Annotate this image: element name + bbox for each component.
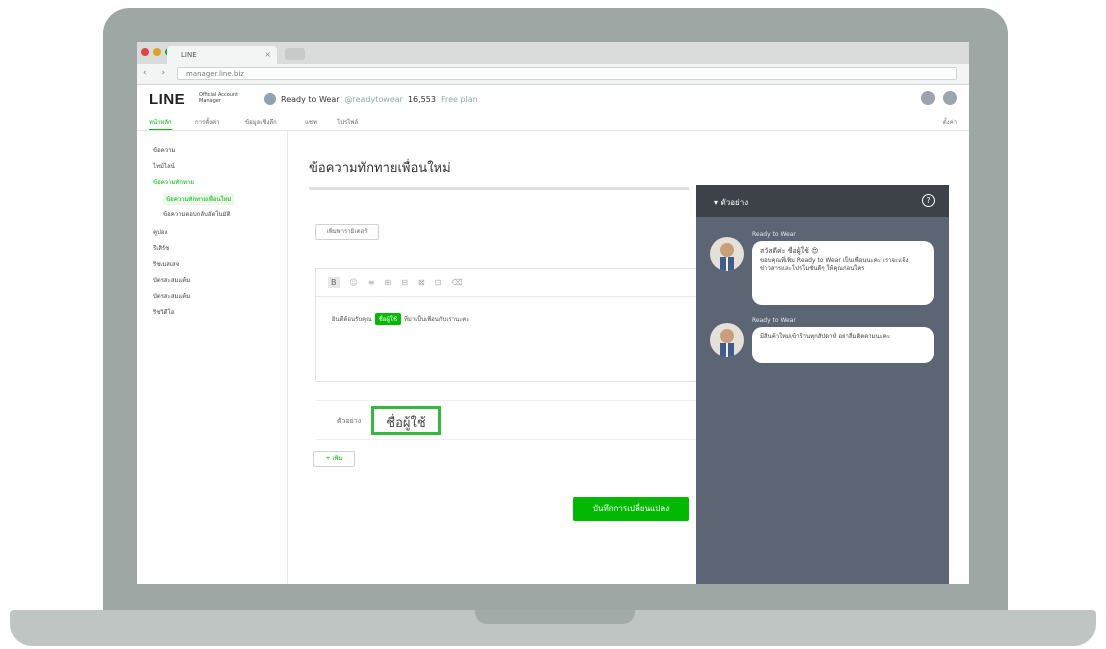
sidebar: ข้อความ ไทม์ไลน์ ข้อความทักทาย ข้อความทั… — [137, 131, 288, 584]
toolbar-align-icon[interactable]: ≡ — [368, 278, 375, 287]
account-switcher[interactable]: Ready to Wear @readytowear 16,553 Free p… — [264, 93, 478, 105]
sidebar-item-research[interactable]: รีเสิร์ช — [153, 243, 169, 253]
add-button[interactable]: + เพิ่ม — [313, 451, 355, 467]
close-window-icon[interactable] — [141, 48, 149, 56]
editor-text-before: ยินดีต้อนรับคุณ — [332, 316, 372, 323]
toolbar-bold-button[interactable]: B — [328, 277, 340, 288]
username-chip[interactable]: ชื่อผู้ใช้ — [374, 313, 401, 325]
url-field[interactable]: manager.line.biz — [177, 67, 957, 80]
message-editor[interactable]: B ☺ ≡ ⊞ ⊟ ⊠ ⊡ ⌫ ยินดีต้อนรับคุณ ชื่อผู้ใ… — [315, 268, 703, 382]
chat-preview-panel: ▾ ตัวอย่าง ? Ready to Wear สวัสดีค่ะ ชื่… — [696, 185, 949, 584]
settings-gear-icon[interactable] — [943, 91, 957, 105]
preview-title[interactable]: ▾ ตัวอย่าง — [714, 196, 748, 209]
parameter-row: ตัวอย่าง ชื่อผู้ใช้ — [315, 400, 701, 440]
tab-settings[interactable]: การตั้งค่า — [195, 117, 219, 127]
account-name: Ready to Wear — [281, 94, 340, 104]
username-field[interactable]: ชื่อผู้ใช้ — [371, 406, 441, 435]
message-heading: สวัสดีค่ะ ชื่อผู้ใช้ 😍 — [760, 247, 819, 255]
browser-window: LINE × ‹ › ↻ manager.line.biz LINE Offic… — [137, 42, 969, 584]
message-text: ขอบคุณที่เพิ่ม Ready to Wear เป็นเพื่อนน… — [760, 257, 909, 272]
save-button[interactable]: บันทึกการเปลี่ยนแปลง — [573, 497, 689, 521]
sidebar-item-reward-card[interactable]: บัตรสะสมแต้ม — [153, 275, 190, 285]
laptop-notch — [475, 610, 635, 624]
main-nav-tabs: หน้าหลัก การตั้งค่า ข้อมูลเชิงลึก แชท โป… — [137, 114, 969, 131]
sidebar-item-reward-card-2[interactable]: บัตรสะสมแต้ม — [153, 291, 190, 301]
editor-text-after: ที่มาเป็นเพื่อนกับเรานะคะ — [403, 316, 470, 323]
sidebar-item-greeting-new-friend[interactable]: ข้อความทักทายเพื่อนใหม่ — [163, 193, 235, 205]
app-header: LINE Official Account Manager Ready to W… — [137, 85, 969, 111]
toolbar-table-icon[interactable]: ⊠ — [418, 278, 425, 287]
address-bar: ‹ › ↻ manager.line.biz — [137, 64, 969, 85]
bot-name: Ready to Wear — [752, 231, 796, 238]
browser-tab[interactable]: LINE × — [167, 46, 277, 64]
tab-insights[interactable]: ข้อมูลเชิงลึก — [245, 117, 277, 127]
toolbar-list-icon[interactable]: ⊟ — [401, 278, 408, 287]
minimize-window-icon[interactable] — [153, 48, 161, 56]
user-avatar-icon[interactable] — [921, 91, 935, 105]
preview-header: ▾ ตัวอย่าง ? — [696, 185, 949, 217]
toolbar-image-icon[interactable]: ⊡ — [435, 278, 442, 287]
plan-label: Free plan — [440, 94, 478, 104]
page-description — [309, 187, 689, 190]
message-bubble: มีสินค้าใหม่เข้าร้านทุกสัปดาห์ อย่าลืมติ… — [752, 327, 934, 363]
friend-count: 16,553 — [407, 94, 436, 104]
line-logo[interactable]: LINE — [149, 91, 185, 108]
sidebar-item-coupon[interactable]: คูปอง — [153, 227, 167, 237]
editor-toolbar: B ☺ ≡ ⊞ ⊟ ⊠ ⊡ ⌫ — [316, 269, 702, 297]
add-parameter-button[interactable]: เพิ่มพารามิเตอร์ — [315, 224, 379, 240]
logo-subtitle: Official Account Manager — [199, 92, 239, 104]
tab-chat[interactable]: แชท — [305, 117, 317, 127]
tab-profile[interactable]: โปรไฟล์ — [337, 117, 358, 127]
settings-link[interactable]: ตั้งค่า — [943, 117, 957, 127]
toolbar-insert-icon[interactable]: ⊞ — [385, 278, 392, 287]
tab-close-icon[interactable]: × — [264, 46, 271, 64]
browser-tabbar: LINE × — [137, 42, 969, 64]
account-id: @readytowear — [344, 94, 403, 104]
parameter-label: ตัวอย่าง — [337, 417, 362, 425]
toolbar-delete-icon[interactable]: ⌫ — [451, 278, 462, 287]
sidebar-item-auto-reply[interactable]: ข้อความตอบกลับอัตโนมัติ — [163, 209, 231, 219]
sidebar-item-messages[interactable]: ข้อความ — [153, 145, 175, 155]
page-title: ข้อความทักทายเพื่อนใหม่ — [309, 161, 451, 176]
message-bubble: สวัสดีค่ะ ชื่อผู้ใช้ 😍 ขอบคุณที่เพิ่ม Re… — [752, 241, 934, 305]
sidebar-item-timeline[interactable]: ไทม์ไลน์ — [153, 161, 175, 171]
new-tab-button[interactable] — [285, 48, 305, 60]
bot-avatar — [710, 237, 744, 271]
bot-name: Ready to Wear — [752, 317, 796, 324]
editor-body[interactable]: ยินดีต้อนรับคุณ ชื่อผู้ใช้ ที่มาเป็นเพื่… — [332, 313, 470, 325]
account-avatar — [264, 93, 276, 105]
sidebar-item-rich-video[interactable]: ริชวิดีโอ — [153, 307, 174, 317]
help-icon[interactable]: ? — [922, 194, 935, 207]
sidebar-item-rich-message[interactable]: ริชเมสเสจ — [153, 259, 179, 269]
message-text: มีสินค้าใหม่เข้าร้านทุกสัปดาห์ อย่าลืมติ… — [760, 333, 891, 340]
sidebar-item-greeting[interactable]: ข้อความทักทาย — [153, 177, 194, 187]
tab-home[interactable]: หน้าหลัก — [149, 117, 172, 130]
tab-title: LINE — [181, 51, 197, 59]
bot-avatar — [710, 323, 744, 357]
toolbar-emoji-icon[interactable]: ☺ — [350, 278, 358, 287]
